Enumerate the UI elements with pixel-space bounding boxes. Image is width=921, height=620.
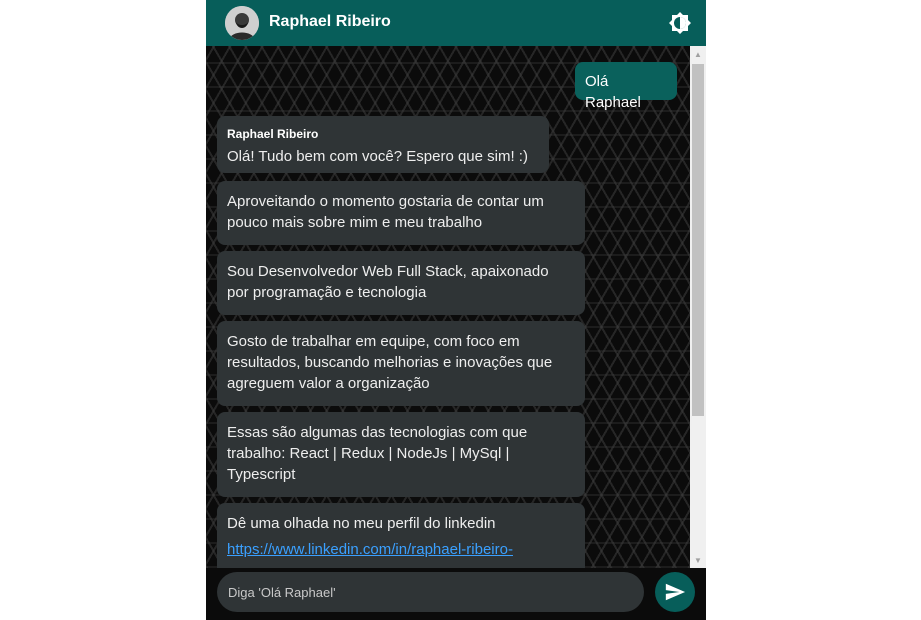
scroll-down-arrow-icon[interactable]: ▼: [690, 552, 706, 568]
message-line: Aproveitando o momento gostaria de conta…: [227, 193, 544, 210]
received-message: Essas são algumas das tecnologias com qu…: [217, 412, 585, 497]
message-line: resultados, buscando melhorias e inovaçõ…: [227, 354, 553, 371]
message-text: Dê uma olhada no meu perfil do linkedin: [227, 515, 496, 532]
message-input[interactable]: [228, 572, 628, 612]
message-sender: Raphael Ribeiro: [227, 127, 319, 141]
received-message: Raphael Ribeiro Olá! Tudo bem com você? …: [217, 116, 549, 173]
message-line: Gosto de trabalhar em equipe, com foco e…: [227, 333, 520, 350]
received-message: Aproveitando o momento gostaria de conta…: [217, 181, 585, 245]
chat-scrollbar[interactable]: ▲ ▼: [690, 46, 706, 568]
brightness-contrast-icon: [669, 12, 691, 34]
message-line: trabalho: React | Redux | NodeJs | MySql…: [227, 445, 510, 462]
chat-header: Raphael Ribeiro: [206, 0, 706, 46]
received-message: Sou Desenvolvedor Web Full Stack, apaixo…: [217, 251, 585, 315]
user-avatar-icon: [225, 6, 259, 40]
received-message: Gosto de trabalhar em equipe, com foco e…: [217, 321, 585, 406]
chat-window: Raphael Ribeiro Olá Raphael Raphael Ribe…: [206, 0, 706, 620]
message-list: Olá Raphael Raphael Ribeiro Olá! Tudo be…: [206, 46, 690, 568]
message-text: Olá! Tudo bem com você? Espero que sim! …: [227, 148, 528, 165]
send-icon: [665, 583, 686, 601]
message-line: Sou Desenvolvedor Web Full Stack, apaixo…: [227, 263, 549, 280]
scroll-up-arrow-icon[interactable]: ▲: [690, 46, 706, 62]
chat-area[interactable]: Olá Raphael Raphael Ribeiro Olá! Tudo be…: [206, 46, 706, 568]
linkedin-link[interactable]: https://www.linkedin.com/in/raphael-ribe…: [227, 539, 575, 560]
sent-message: Olá Raphael: [575, 62, 677, 111]
scroll-thumb[interactable]: [692, 64, 704, 416]
message-line: por programação e tecnologia: [227, 284, 427, 301]
theme-toggle-button[interactable]: [668, 11, 692, 35]
message-line: pouco mais sobre mim e meu trabalho: [227, 214, 483, 231]
message-line: Essas são algumas das tecnologias com qu…: [227, 424, 528, 441]
message-composer: [206, 568, 706, 620]
send-button[interactable]: [655, 572, 695, 612]
contact-name: Raphael Ribeiro: [269, 13, 391, 30]
message-input-wrapper: [217, 572, 644, 612]
message-text: Olá Raphael: [585, 73, 641, 111]
avatar[interactable]: [225, 6, 259, 40]
message-line: Typescript: [227, 466, 296, 483]
message-line: agreguem valor a organização: [227, 375, 430, 392]
received-message: Dê uma olhada no meu perfil do linkedin …: [217, 503, 585, 568]
